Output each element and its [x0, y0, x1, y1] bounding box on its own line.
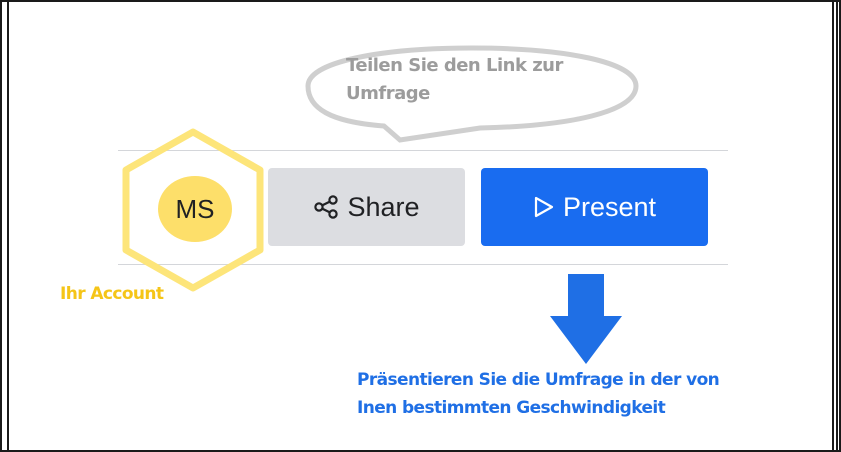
share-hint-text: Teilen Sie den Link zur Umfrage	[346, 55, 563, 104]
down-arrow-icon	[550, 274, 622, 364]
present-hint-text: Präsentieren Sie die Umfrage in der von …	[357, 366, 827, 422]
share-button[interactable]: Share	[268, 168, 465, 246]
present-hint-line-2: Inen bestimmten Geschwindigkeit	[357, 398, 666, 418]
account-hint-text: Ihr Account	[60, 284, 164, 304]
account-avatar[interactable]: MS	[158, 176, 232, 242]
present-button-label: Present	[562, 191, 657, 222]
share-button-label: Share	[347, 191, 420, 222]
frame-outer-right-border	[836, 0, 838, 452]
play-icon	[533, 195, 555, 219]
present-hint-line-1: Präsentieren Sie die Umfrage in der von	[357, 370, 720, 390]
frame-inner-left-border	[7, 0, 9, 452]
present-button[interactable]: Present	[481, 168, 708, 246]
avatar-initials: MS	[175, 193, 215, 224]
share-icon	[313, 194, 339, 220]
frame-inner-right-border	[832, 0, 834, 452]
